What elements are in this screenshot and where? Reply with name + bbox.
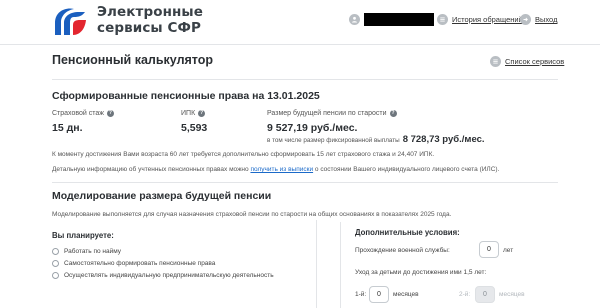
pension-label: Размер будущей пенсии по старости ? [267, 110, 397, 117]
option-employment[interactable]: Работать по найму [52, 248, 121, 255]
user-name-redacted [364, 13, 434, 26]
fixed-payment-value: 8 728,73 руб./мес. [402, 134, 485, 145]
statement-link[interactable]: получить из выписки [250, 166, 313, 173]
child1-unit: месяцев [393, 291, 419, 298]
column-divider [340, 222, 341, 308]
option-label: Работать по найму [64, 248, 122, 255]
statement-note: Детальную информацию об учтенных пенсион… [52, 166, 499, 173]
option-self-forming[interactable]: Самостоятельно формировать пенсионные пр… [52, 260, 215, 267]
statement-note-text: Детальную информацию об учтенных пенсион… [52, 166, 251, 173]
pension-label-text: Размер будущей пенсии по старости [267, 110, 387, 117]
child-care-label: Уход за детьми до достижения ими 1,5 лет… [355, 269, 487, 276]
child2-months-input[interactable]: 0 [475, 286, 495, 303]
child1-label: 1-й: [355, 291, 367, 298]
brand-line-1: Электронные [97, 4, 203, 20]
divider [52, 79, 558, 80]
header-divider [0, 44, 600, 45]
brand-name: Электронные сервисы СФР [97, 4, 203, 36]
modeling-section-title: Моделирование размера будущей пенсии [52, 190, 272, 202]
history-link-label[interactable]: История обращений [452, 15, 523, 24]
site-header: Электронные сервисы СФР История обращени… [0, 0, 600, 44]
experience-value: 15 дн. [52, 122, 83, 134]
child2-unit: месяцев [499, 291, 525, 298]
user-profile[interactable] [349, 14, 360, 25]
help-icon[interactable]: ? [106, 110, 114, 117]
rights-section-title: Сформированные пенсионные права на 13.01… [52, 90, 320, 102]
logout-link[interactable]: Выход [520, 14, 557, 25]
brand-line-2: сервисы СФР [97, 20, 202, 36]
services-icon [490, 56, 501, 67]
radio-button[interactable] [52, 260, 59, 267]
help-icon[interactable]: ? [198, 110, 206, 117]
sfr-logo-icon[interactable] [52, 5, 88, 38]
fixed-payment-label: в том числе размер фиксированной выплаты [267, 137, 400, 144]
requirement-note: К моменту достижения Вами возраста 60 ле… [52, 151, 435, 158]
ipk-label: ИПК ? [181, 110, 206, 117]
statement-note-text-end: о состоянии Вашего индивидуального лицев… [313, 166, 500, 173]
ipk-value: 5,593 [181, 122, 208, 134]
military-service-input[interactable]: 0 [479, 241, 499, 258]
logout-link-label[interactable]: Выход [535, 15, 557, 24]
help-icon[interactable]: ? [389, 110, 397, 117]
history-link[interactable]: История обращений [437, 14, 523, 25]
option-label: Осуществлять индивидуальную предпринимат… [64, 272, 274, 279]
radio-button[interactable] [52, 248, 59, 255]
modeling-note: Моделирование выполняется для случая наз… [52, 211, 452, 218]
fixed-payment-note: в том числе размер фиксированной выплаты… [267, 134, 485, 145]
page-title: Пенсионный калькулятор [52, 53, 214, 67]
radio-button[interactable] [52, 272, 59, 279]
plan-title: Вы планируете: [52, 231, 114, 240]
user-icon [349, 14, 360, 25]
history-icon [437, 14, 448, 25]
military-service-label: Прохождение военной службы: [355, 247, 450, 254]
conditions-title: Дополнительные условия: [355, 228, 460, 237]
logout-icon [520, 14, 531, 25]
military-service-unit: лет [503, 247, 514, 254]
experience-label-text: Страховой стаж [52, 110, 104, 117]
services-list-label[interactable]: Список сервисов [505, 57, 564, 66]
divider [52, 182, 558, 183]
services-list-link[interactable]: Список сервисов [490, 56, 564, 67]
ipk-label-text: ИПК [181, 110, 196, 117]
pension-value: 9 527,19 руб./мес. [267, 122, 358, 134]
option-label: Самостоятельно формировать пенсионные пр… [64, 260, 216, 267]
child2-label: 2-й: [459, 291, 471, 298]
child1-months-input[interactable]: 0 [369, 286, 389, 303]
option-entrepreneur[interactable]: Осуществлять индивидуальную предпринимат… [52, 272, 274, 279]
experience-label: Страховой стаж ? [52, 110, 114, 117]
column-divider [316, 220, 317, 308]
